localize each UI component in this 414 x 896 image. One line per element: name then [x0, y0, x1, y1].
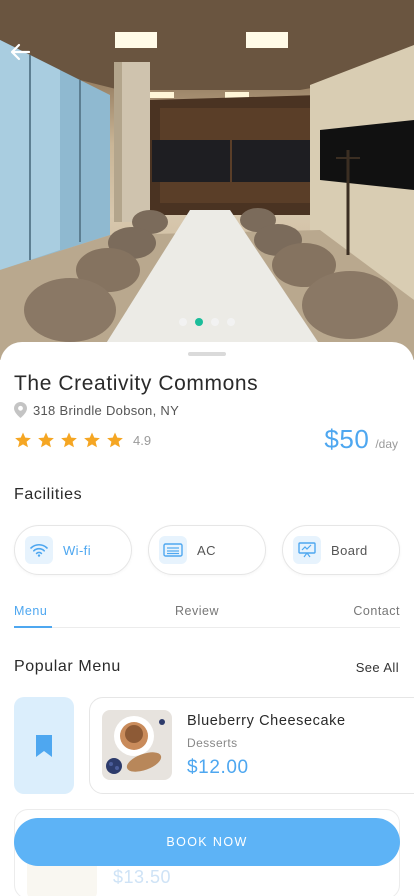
venue-title: The Creativity Commons: [14, 372, 259, 395]
carousel-dot-active[interactable]: [195, 318, 203, 326]
venue-rating: 4.9: [14, 431, 151, 449]
drag-handle[interactable]: [188, 352, 226, 356]
venue-address: 318 Brindle Dobson, NY: [33, 402, 180, 418]
details-sheet: The Creativity Commons 318 Brindle Dobso…: [0, 342, 414, 896]
location-pin-icon: [14, 402, 27, 418]
dessert-image: [102, 710, 172, 780]
see-all-link[interactable]: See All: [356, 660, 399, 675]
menu-item-name: Blueberry Cheesecake: [187, 713, 346, 729]
carousel-dot[interactable]: [227, 318, 235, 326]
menu-item-category: Desserts: [187, 736, 238, 750]
popular-menu-heading: Popular Menu: [14, 658, 121, 675]
venue-location: 318 Brindle Dobson, NY: [14, 402, 179, 418]
facility-label: Board: [331, 542, 368, 558]
price-amount: $50: [324, 424, 370, 454]
carousel-indicator: [0, 318, 414, 326]
bookmark-icon: [36, 734, 52, 757]
menu-item-price: $12.00: [187, 757, 249, 778]
book-now-button[interactable]: BOOK NOW: [14, 818, 400, 866]
carousel-dot[interactable]: [211, 318, 219, 326]
star-icon: [38, 432, 54, 448]
conference-room-illustration: [0, 0, 414, 360]
star-icon: [84, 432, 100, 448]
facility-board[interactable]: Board: [282, 525, 400, 575]
facility-wifi[interactable]: Wi-fi: [14, 525, 132, 575]
tab-review[interactable]: Review: [175, 604, 219, 618]
ac-icon: [163, 543, 183, 557]
venue-price: $50 /day: [324, 424, 398, 455]
rating-value: 4.9: [133, 432, 152, 448]
arrow-left-icon: [10, 43, 31, 61]
bookmark-button[interactable]: [14, 697, 74, 794]
wifi-icon: [30, 544, 48, 557]
facility-label: AC: [197, 542, 216, 558]
menu-item-card[interactable]: Blueberry Cheesecake Desserts $12.00: [89, 697, 414, 794]
price-unit: /day: [375, 437, 398, 451]
star-icon: [107, 432, 123, 448]
hero-image: [0, 0, 414, 360]
facilities-heading: Facilities: [14, 486, 83, 503]
tab-menu[interactable]: Menu: [14, 604, 47, 618]
star-icon: [15, 432, 31, 448]
active-tab-indicator: [14, 626, 52, 628]
menu-item-price: $13.50: [113, 867, 172, 887]
section-tabs: Menu Review Contact: [14, 604, 400, 628]
board-icon: [298, 542, 316, 558]
tab-contact[interactable]: Contact: [353, 604, 400, 618]
carousel-dot[interactable]: [179, 318, 187, 326]
back-button[interactable]: [8, 40, 40, 72]
facility-ac[interactable]: AC: [148, 525, 266, 575]
facility-label: Wi-fi: [63, 542, 91, 558]
star-icon: [61, 432, 77, 448]
